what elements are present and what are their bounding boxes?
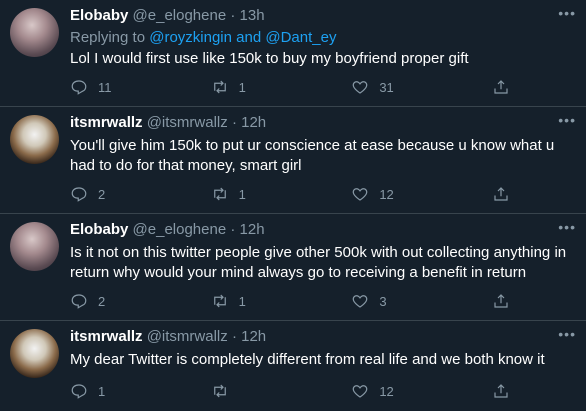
share-icon: [494, 80, 508, 94]
share-icon: [494, 187, 508, 201]
like-count: 3: [379, 293, 387, 309]
like-count: 31: [379, 79, 394, 95]
retweet-button[interactable]: 1: [211, 77, 321, 97]
like-count: 12: [379, 186, 394, 202]
tweet-header: itsmrwallz @itsmrwallz · 12h: [70, 114, 266, 131]
tweet-1[interactable]: Elobaby @e_eloghene · 13h ••• Replying t…: [0, 0, 586, 107]
display-name[interactable]: Elobaby: [70, 221, 128, 238]
replying-to-line: Replying to @royzkingin and @Dant_ey: [70, 29, 336, 46]
user-handle[interactable]: @itsmrwallz: [147, 114, 228, 131]
like-button[interactable]: 3: [351, 291, 461, 311]
reply-icon: [71, 80, 87, 95]
display-name[interactable]: itsmrwallz: [70, 114, 143, 131]
retweet-count: 1: [238, 79, 246, 95]
tweet-actions: 11 1 31: [70, 77, 510, 97]
share-button[interactable]: [492, 184, 510, 204]
reply-count: 11: [98, 79, 112, 95]
retweet-icon: [213, 384, 226, 398]
separator-dot: ·: [231, 114, 237, 131]
user-handle[interactable]: @e_eloghene: [133, 221, 227, 238]
reply-button[interactable]: 2: [70, 184, 180, 204]
more-icon[interactable]: •••: [558, 219, 576, 235]
like-button[interactable]: 12: [351, 381, 461, 401]
retweet-button[interactable]: 1: [211, 184, 321, 204]
tweet-actions: 1 12: [70, 381, 510, 401]
retweet-icon: [213, 80, 226, 94]
reply-button[interactable]: 1: [70, 381, 180, 401]
separator-dot: ·: [230, 221, 236, 238]
retweet-button[interactable]: [211, 381, 321, 401]
replying-to-label: Replying to: [70, 29, 150, 46]
tweet-4[interactable]: itsmrwallz @itsmrwallz · 12h ••• My dear…: [0, 321, 586, 411]
reply-count: 2: [98, 293, 106, 309]
timestamp[interactable]: 12h: [240, 221, 265, 238]
more-icon[interactable]: •••: [558, 326, 576, 342]
mention-and: and: [231, 29, 266, 46]
separator-dot: ·: [230, 7, 236, 24]
tweet-actions: 2 1 12: [70, 184, 510, 204]
timestamp[interactable]: 12h: [241, 328, 266, 345]
mention-link[interactable]: @royzkingin: [149, 29, 232, 46]
more-icon[interactable]: •••: [558, 5, 576, 21]
like-button[interactable]: 31: [351, 77, 461, 97]
retweet-button[interactable]: 1: [211, 291, 321, 311]
mention-link[interactable]: @Dant_ey: [265, 29, 336, 46]
like-count: 12: [379, 383, 394, 399]
user-handle[interactable]: @e_eloghene: [133, 7, 227, 24]
retweet-count: 1: [238, 293, 246, 309]
reply-icon: [71, 384, 87, 399]
display-name[interactable]: Elobaby: [70, 7, 128, 24]
timestamp[interactable]: 12h: [241, 114, 266, 131]
avatar[interactable]: [10, 115, 59, 164]
retweet-icon: [213, 294, 226, 308]
tweet-text: You'll give him 150k to put ur conscienc…: [70, 137, 555, 174]
share-icon: [494, 294, 508, 308]
display-name[interactable]: itsmrwallz: [70, 328, 143, 345]
retweet-icon: [213, 187, 226, 201]
retweet-count: 1: [238, 186, 246, 202]
like-icon: [352, 295, 368, 308]
like-icon: [352, 188, 368, 201]
reply-count: 2: [98, 186, 106, 202]
avatar[interactable]: [10, 222, 59, 271]
separator-dot: ·: [231, 328, 237, 345]
tweet-text: Lol I would first use like 150k to buy m…: [70, 50, 469, 67]
reply-count: 1: [98, 383, 106, 399]
avatar[interactable]: [10, 329, 59, 378]
share-button[interactable]: [492, 291, 510, 311]
reply-button[interactable]: 11: [70, 77, 180, 97]
tweet-3[interactable]: Elobaby @e_eloghene · 12h ••• Is it not …: [0, 214, 586, 321]
more-icon[interactable]: •••: [558, 112, 576, 128]
avatar[interactable]: [10, 8, 59, 57]
share-button[interactable]: [492, 77, 510, 97]
tweet-2[interactable]: itsmrwallz @itsmrwallz · 12h ••• You'll …: [0, 107, 586, 214]
reply-button[interactable]: 2: [70, 291, 180, 311]
share-button[interactable]: [492, 381, 510, 401]
tweet-text: My dear Twitter is completely different …: [70, 351, 545, 368]
like-button[interactable]: 12: [351, 184, 461, 204]
user-handle[interactable]: @itsmrwallz: [147, 328, 228, 345]
reply-icon: [71, 187, 87, 202]
like-icon: [352, 385, 368, 398]
like-icon: [352, 81, 368, 94]
reply-icon: [71, 294, 87, 309]
share-icon: [494, 384, 508, 398]
tweet-text: Is it not on this twitter people give ot…: [70, 244, 567, 281]
tweet-header: Elobaby @e_eloghene · 13h: [70, 7, 265, 24]
tweet-header: Elobaby @e_eloghene · 12h: [70, 221, 265, 238]
timestamp[interactable]: 13h: [240, 7, 265, 24]
tweet-header: itsmrwallz @itsmrwallz · 12h: [70, 328, 266, 345]
tweet-actions: 2 1 3: [70, 291, 510, 311]
